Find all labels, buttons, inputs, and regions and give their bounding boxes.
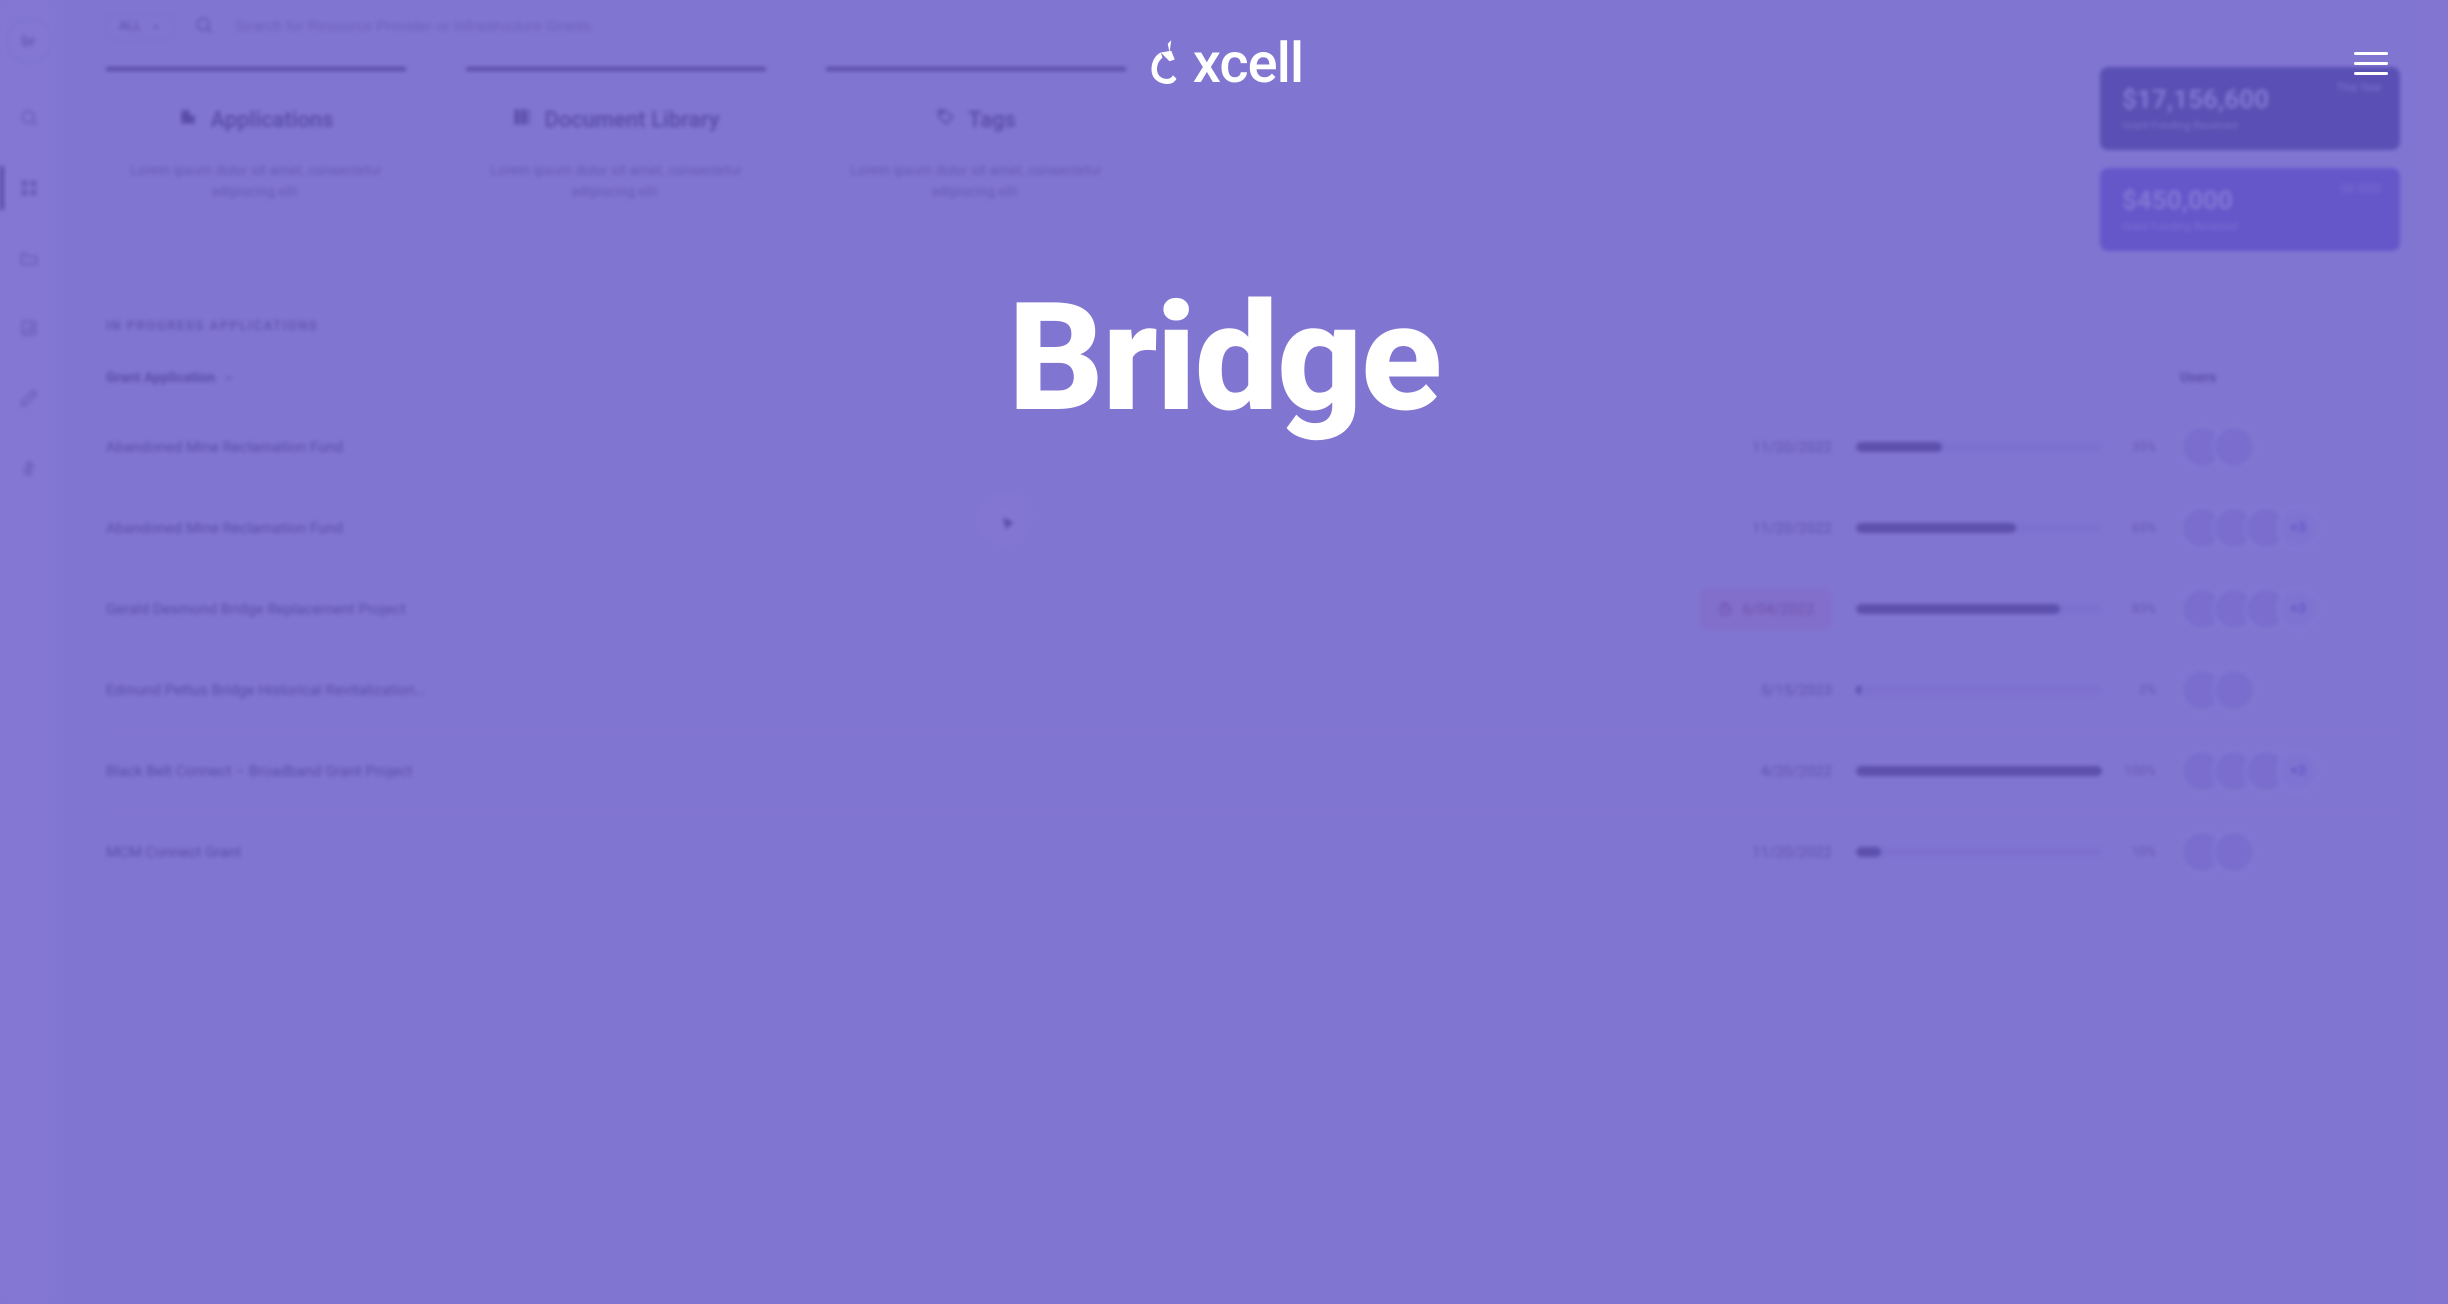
hero-overlay: xcell Bridge	[0, 0, 2448, 1304]
menu-button[interactable]	[2354, 52, 2388, 75]
overlay-header: xcell	[0, 0, 2448, 96]
brand[interactable]: xcell	[1145, 30, 1303, 96]
hamburger-line	[2354, 72, 2388, 75]
hamburger-line	[2354, 52, 2388, 55]
hero-title: Bridge	[1008, 270, 1440, 446]
brand-wordmark: xcell	[1193, 30, 1303, 96]
hamburger-line	[2354, 62, 2388, 65]
unicorn-icon	[1145, 40, 1187, 86]
